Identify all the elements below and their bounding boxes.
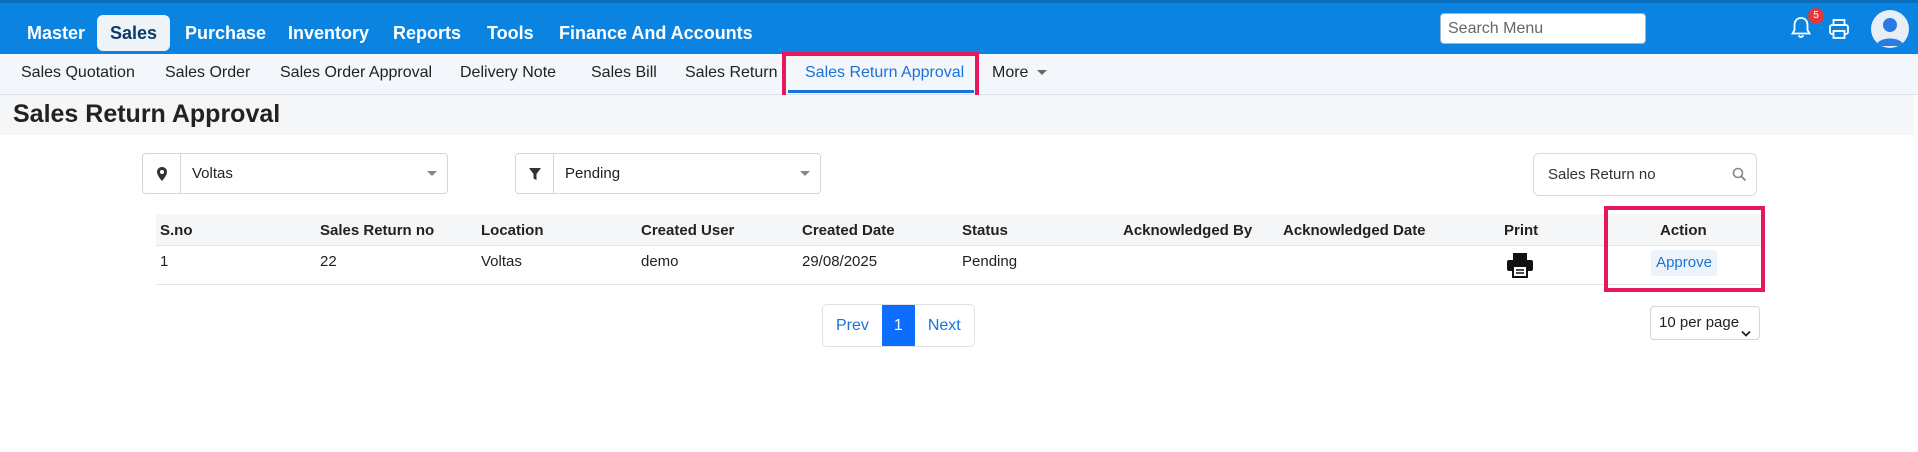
col-acknowledged-by: Acknowledged By [1123,222,1253,239]
cell-created-user: demo [641,253,679,270]
tab-more-label: More [992,64,1029,81]
table-header: S.no Sales Return no Location Created Us… [156,214,1762,246]
search-menu-input[interactable] [1440,13,1646,44]
col-sno: S.no [160,222,193,239]
location-value: Voltas [192,165,233,182]
caret-down-icon [790,154,820,193]
tab-sales-order-approval[interactable]: Sales Order Approval [280,64,432,82]
action-highlight-box [1604,206,1765,292]
table-row: 1 22 Voltas demo 29/08/2025 Pending Appr… [156,246,1762,285]
user-avatar-icon[interactable] [1871,10,1909,48]
menu-finance-and-accounts[interactable]: Finance And Accounts [546,15,766,51]
sales-return-search [1533,153,1757,196]
cell-sno: 1 [160,253,169,270]
per-page-select[interactable]: 10 per page [1650,306,1760,340]
col-status: Status [962,222,1008,239]
printer-icon[interactable] [1828,18,1850,45]
print-icon[interactable] [1506,252,1534,283]
tab-more[interactable]: More [992,64,1047,82]
page-title: Sales Return Approval [13,100,281,128]
sales-return-search-input[interactable] [1535,155,1715,194]
menu-sales[interactable]: Sales [97,15,171,51]
tab-sales-quotation[interactable]: Sales Quotation [21,64,135,82]
tab-delivery-note[interactable]: Delivery Note [460,64,556,82]
col-location: Location [481,222,544,239]
menu-master[interactable]: Master [14,15,98,51]
status-filter[interactable]: Pending [515,153,821,194]
per-page-value: 10 per page [1659,314,1740,331]
location-filter[interactable]: Voltas [142,153,448,194]
col-created-date: Created Date [802,222,895,239]
cell-status: Pending [962,253,1018,270]
menu-purchase[interactable]: Purchase [172,15,279,51]
status-value: Pending [565,165,621,182]
cell-location: Voltas [481,253,522,270]
cell-sales-return-no: 22 [320,253,337,270]
filter-icon [516,154,554,193]
col-sales-return-no: Sales Return no [320,222,435,239]
page-1-button[interactable]: 1 [881,305,915,346]
notification-badge: 5 [1808,8,1824,24]
tab-sales-bill[interactable]: Sales Bill [591,64,657,82]
caret-down-icon [417,154,447,193]
map-pin-icon [143,154,181,193]
pagination: Prev 1 Next [822,304,975,347]
cell-created-date: 29/08/2025 [802,253,878,270]
chevron-down-icon [1741,318,1751,350]
col-print: Print [1504,222,1539,239]
search-icon[interactable] [1732,167,1747,187]
page-header: Sales Return Approval [0,95,1914,135]
menu-tools[interactable]: Tools [474,15,547,51]
tab-sales-order[interactable]: Sales Order [165,64,250,82]
prev-page-button[interactable]: Prev [823,305,882,346]
menu-reports[interactable]: Reports [380,15,474,51]
tab-sales-return[interactable]: Sales Return [685,64,778,82]
col-created-user: Created User [641,222,735,239]
menu-inventory[interactable]: Inventory [275,15,382,51]
col-acknowledged-date: Acknowledged Date [1283,222,1426,239]
next-page-button[interactable]: Next [914,305,974,346]
chevron-down-icon [1036,70,1047,76]
